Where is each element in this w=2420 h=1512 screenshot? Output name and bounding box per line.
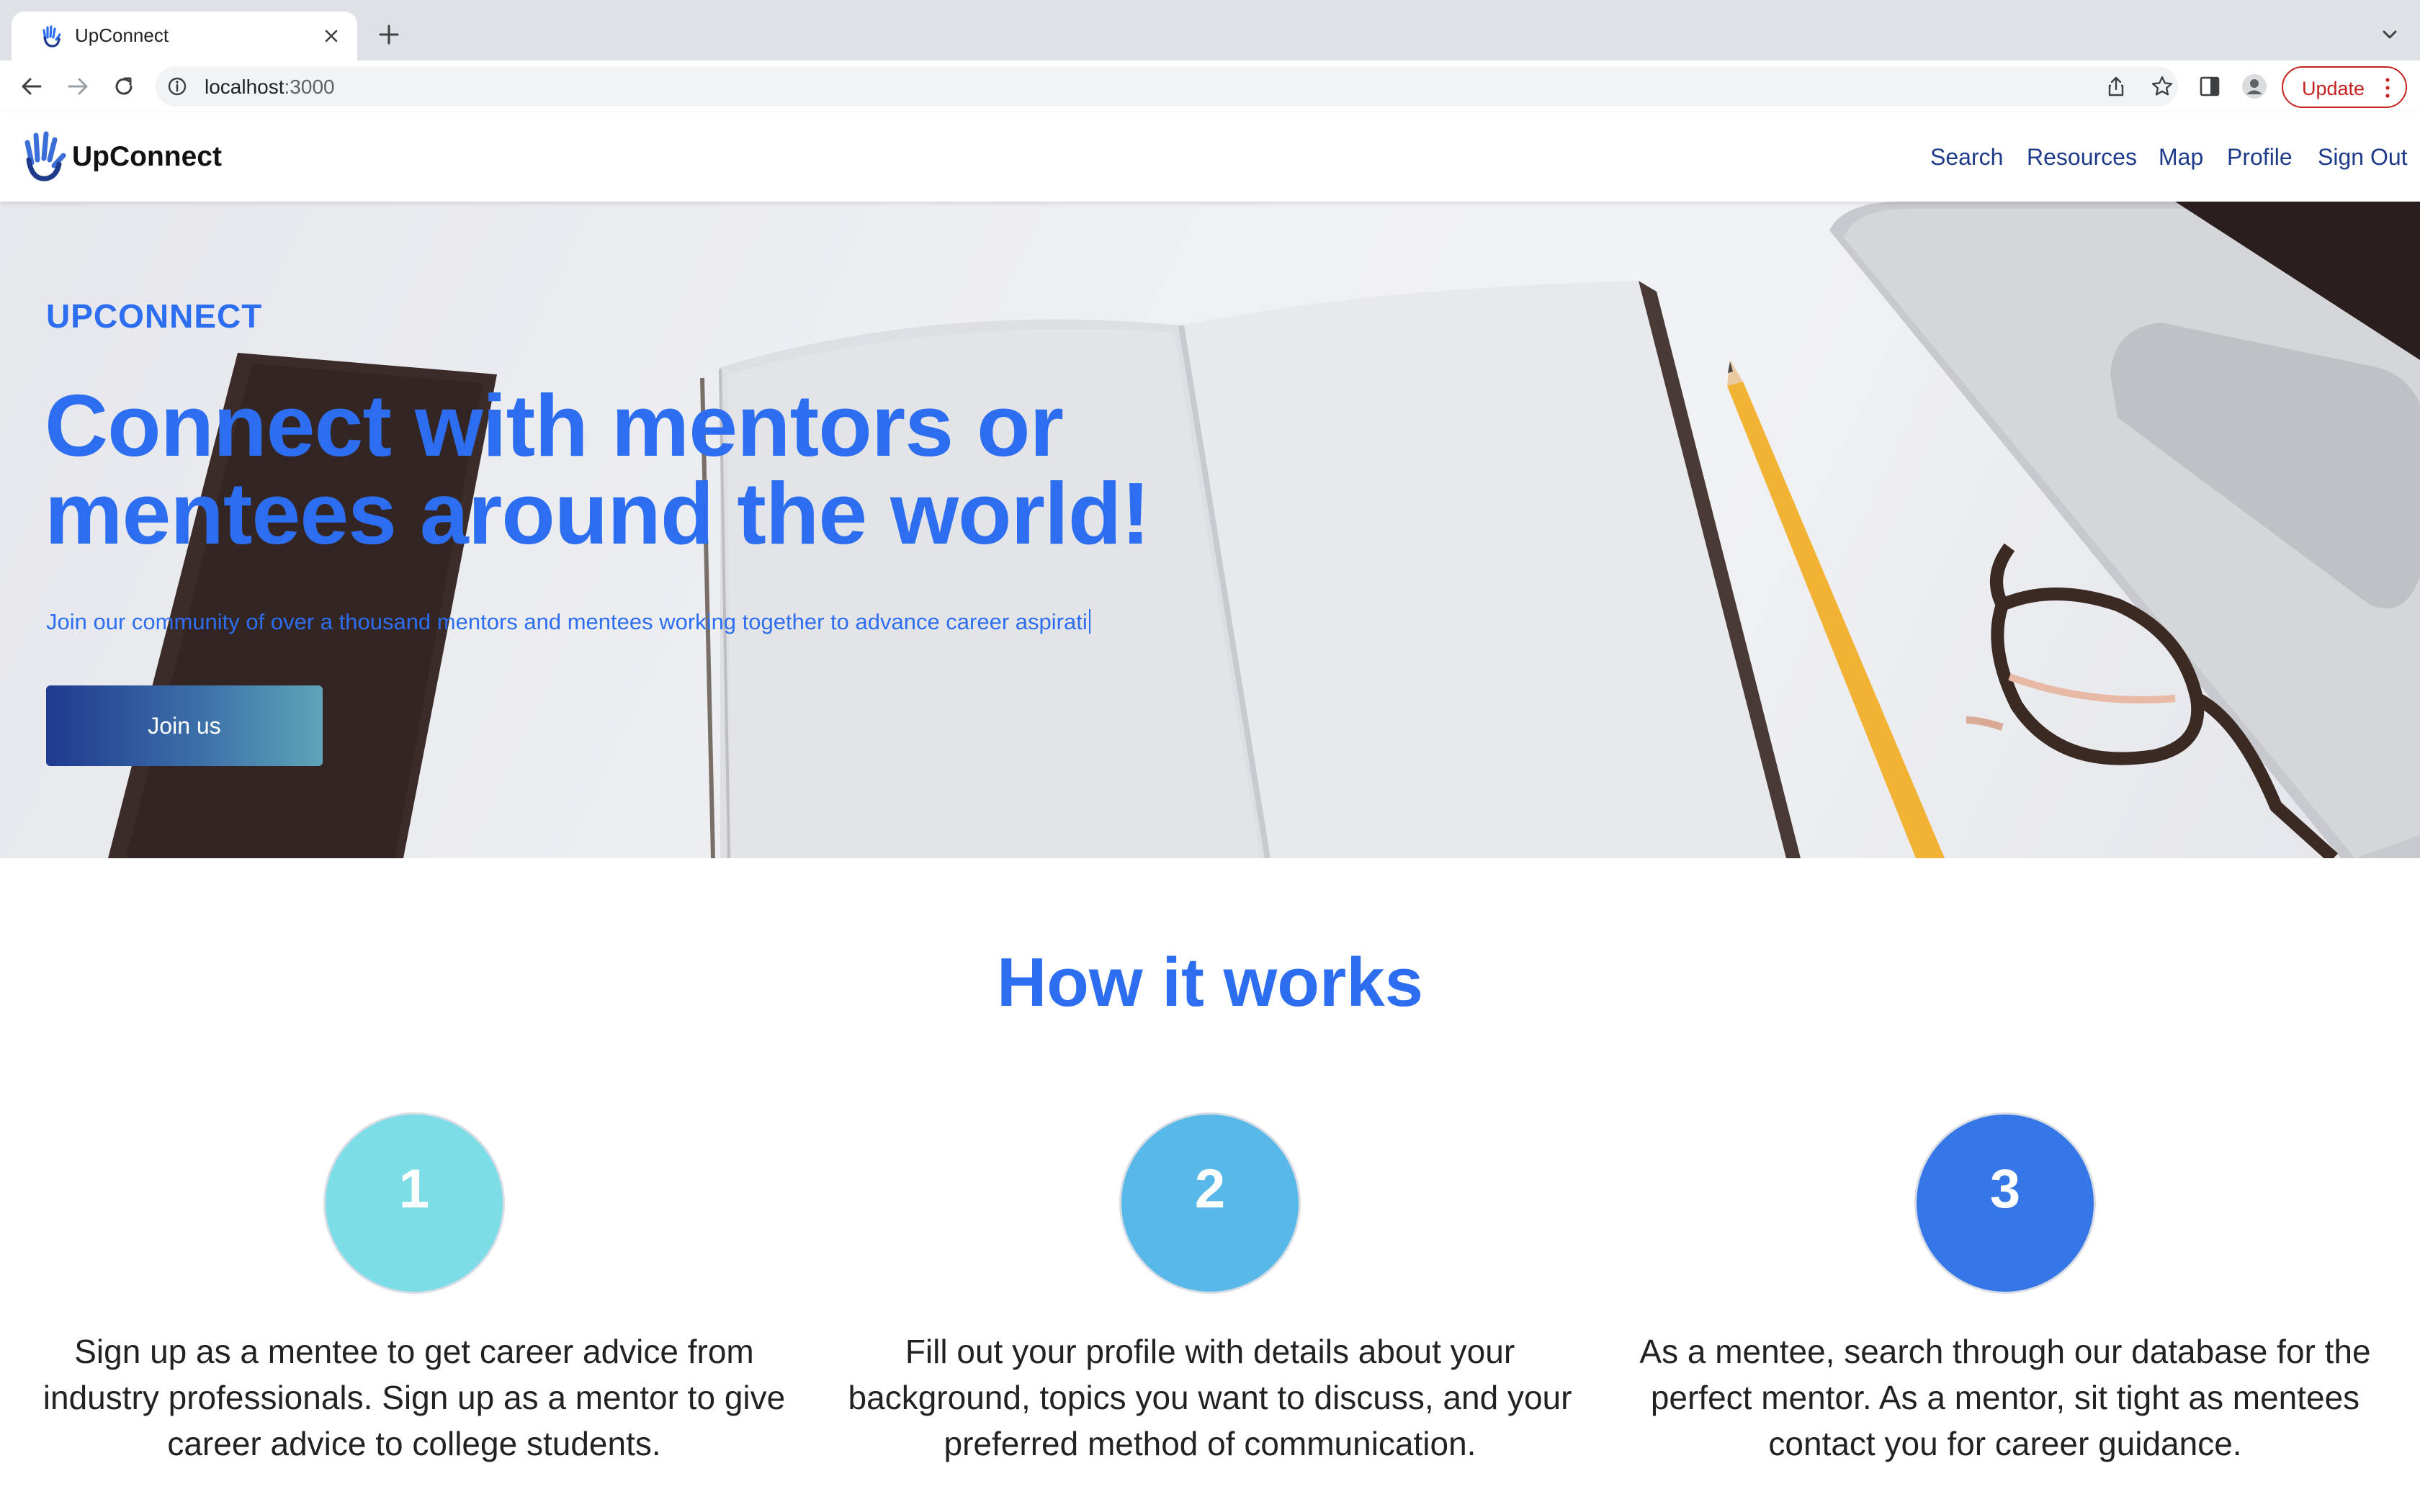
browser-tabstrip: UpConnect [0, 0, 2420, 60]
more-vertical-icon [2385, 78, 2390, 98]
typing-caret [1088, 609, 1090, 634]
browser-toolbar: localhost:3000 Update [0, 60, 2420, 112]
how-it-works-title: How it works [996, 944, 1424, 1021]
brand-name[interactable]: UpConnect [72, 141, 222, 173]
step-number: 1 [398, 1158, 430, 1220]
step-description: Sign up as a mentee to get career advice… [42, 1333, 786, 1462]
url-text: localhost:3000 [205, 76, 335, 99]
info-icon[interactable] [166, 75, 189, 98]
hero-title: Connect with mentors or mentees around t… [45, 377, 1150, 562]
step-number: 3 [1989, 1158, 2021, 1220]
side-panel-icon[interactable] [2195, 72, 2224, 101]
hand-logo-icon[interactable] [22, 131, 68, 183]
hero-eyebrow: UPCONNECT [46, 297, 263, 335]
tab-title: UpConnect [75, 24, 169, 46]
hand-favicon-icon [42, 25, 61, 48]
profile-avatar-icon[interactable] [2240, 72, 2269, 101]
join-us-button[interactable]: Join us [46, 685, 323, 766]
nav-link-map[interactable]: Map [2159, 144, 2203, 171]
hero-subtitle: Join our community of over a thousand me… [46, 609, 1090, 635]
share-icon[interactable] [2103, 73, 2129, 99]
star-icon[interactable] [2149, 73, 2175, 99]
nav-link-search[interactable]: Search [1930, 144, 2003, 171]
nav-link-profile[interactable]: Profile [2227, 144, 2293, 171]
update-button[interactable]: Update [2282, 66, 2407, 108]
chevron-down-icon[interactable] [2375, 20, 2404, 49]
step-description: As a mentee, search through our database… [1639, 1333, 2371, 1462]
back-arrow-icon[interactable] [14, 69, 49, 104]
app-navbar: UpConnect Search Resources Map Profile S… [0, 112, 2420, 202]
url-port: :3000 [284, 76, 335, 98]
reload-icon[interactable] [107, 69, 141, 104]
nav-link-resources[interactable]: Resources [2027, 144, 2137, 171]
hero-subtitle-text: Join our community of over a thousand me… [46, 609, 1088, 634]
browser-tab[interactable]: UpConnect [12, 12, 357, 60]
update-label: Update [2302, 78, 2365, 99]
step-number: 2 [1194, 1158, 1226, 1220]
step-number-circle: 2 [1119, 1112, 1301, 1294]
step-number-circle: 3 [1914, 1112, 2096, 1294]
url-host: localhost [205, 76, 284, 98]
close-icon[interactable] [315, 20, 347, 52]
nav-link-sign-out[interactable]: Sign Out [2318, 144, 2408, 171]
plus-icon[interactable] [372, 17, 406, 52]
step-number-circle: 1 [323, 1112, 505, 1294]
forward-arrow-icon[interactable] [60, 69, 95, 104]
address-bar[interactable]: localhost:3000 [156, 66, 2178, 107]
hero-section: UPCONNECT Connect with mentors or mentee… [0, 202, 2420, 858]
step-description: Fill out your profile with details about… [848, 1333, 1572, 1462]
